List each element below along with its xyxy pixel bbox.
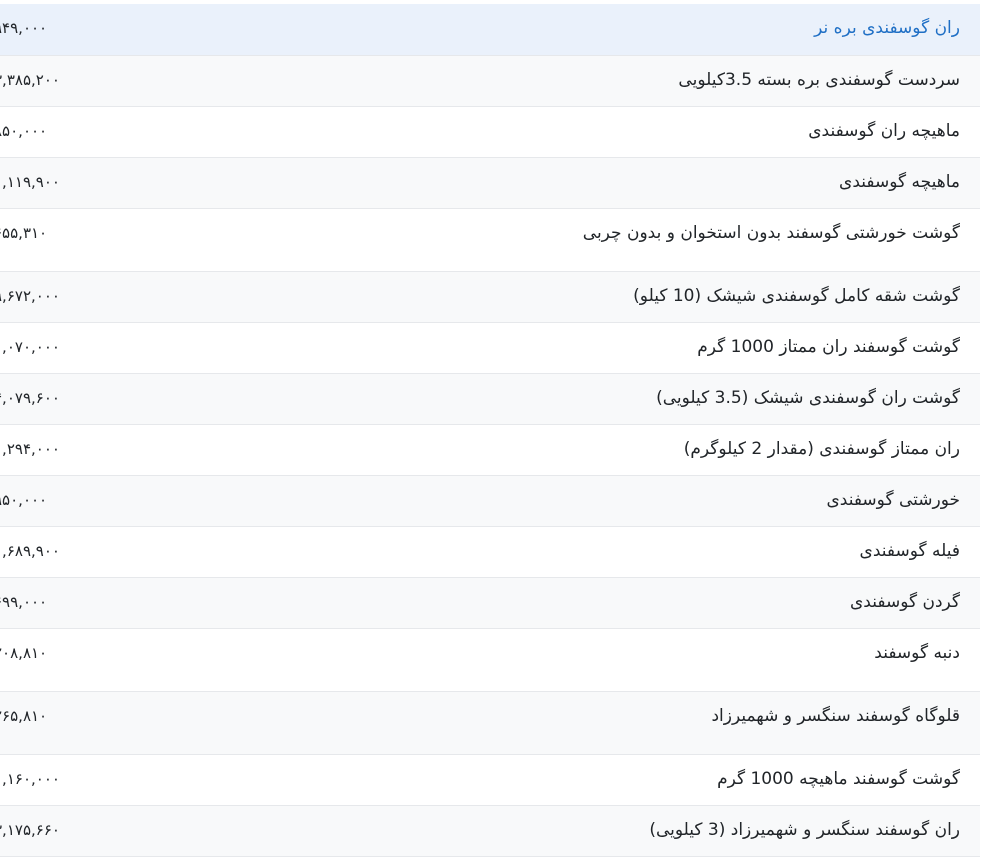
product-name[interactable]: فیله گوسفندی [860,541,960,561]
product-name[interactable]: گوشت ران گوسفندی شیشک (3.5 کیلویی) [656,388,960,408]
table-row[interactable]: گوشت ران گوسفندی شیشک (3.5 کیلویی) ۴,۰۷۹… [0,374,980,425]
table-row[interactable]: ماهیچه ران گوسفندی ۸۵۰,۰۰۰ [0,107,980,158]
product-price: ۹۴۹,۰۰۰ [0,19,48,37]
product-name[interactable]: خورشتی گوسفندی [826,490,960,510]
product-price: ۹۵۰,۰۰۰ [0,491,48,509]
table-row[interactable]: گردن گوسفندی ۶۹۹,۰۰۰ [0,578,980,629]
product-price: ۱,۶۸۹,۹۰۰ [0,542,60,560]
price-table: ران گوسفندی بره نر ۹۴۹,۰۰۰ سردست گوسفندی… [0,4,980,857]
product-price: ۱,۰۷۰,۰۰۰ [0,338,60,356]
table-row[interactable]: گوشت گوسفند ماهیچه 1000 گرم ۱,۱۶۰,۰۰۰ [0,755,980,806]
product-name[interactable]: ماهیچه گوسفندی [839,172,960,192]
product-name[interactable]: گوشت خورشتی گوسفند بدون استخوان و بدون چ… [583,223,960,243]
product-price: ۶۹۹,۰۰۰ [0,593,48,611]
product-price: ۳,۳۸۵,۲۰۰ [0,71,60,89]
table-row[interactable]: قلوگاه گوسفند سنگسر و شهمیرزاد ۲۶۵,۸۱۰ [0,692,980,755]
product-name[interactable]: ماهیچه ران گوسفندی [808,121,960,141]
product-price: ۹,۶۷۲,۰۰۰ [0,287,60,305]
product-price: ۴,۰۷۹,۶۰۰ [0,389,60,407]
table-row[interactable]: فیله گوسفندی ۱,۶۸۹,۹۰۰ [0,527,980,578]
product-price: ۱,۲۹۴,۰۰۰ [0,440,60,458]
product-name[interactable]: سردست گوسفندی بره بسته 3.5کیلویی [678,70,960,90]
product-name[interactable]: دنبه گوسفند [874,643,960,663]
product-name[interactable]: گوشت گوسفند ماهیچه 1000 گرم [717,769,960,789]
product-price: ۸۵۰,۰۰۰ [0,122,48,140]
table-row[interactable]: ماهیچه گوسفندی ۱,۱۱۹,۹۰۰ [0,158,980,209]
product-name[interactable]: ران ممتاز گوسفندی (مقدار 2 کیلوگرم) [684,439,960,459]
table-row[interactable]: دنبه گوسفند ۲۰۸,۸۱۰ [0,629,980,692]
product-price: ۲۶۵,۸۱۰ [0,707,48,725]
product-price: ۳,۱۷۵,۶۶۰ [0,821,60,839]
table-row[interactable]: خورشتی گوسفندی ۹۵۰,۰۰۰ [0,476,980,527]
product-name[interactable]: قلوگاه گوسفند سنگسر و شهمیرزاد [711,706,960,726]
product-name[interactable]: ران گوسفندی بره نر [814,18,960,38]
table-row[interactable]: گوشت گوسفند ران ممتاز 1000 گرم ۱,۰۷۰,۰۰۰ [0,323,980,374]
product-name[interactable]: گردن گوسفندی [850,592,960,612]
table-row[interactable]: ران گوسفند سنگسر و شهمیرزاد (3 کیلویی) ۳… [0,806,980,857]
product-price: ۱,۱۶۰,۰۰۰ [0,770,60,788]
table-row[interactable]: ران گوسفندی بره نر ۹۴۹,۰۰۰ [0,4,980,56]
product-name[interactable]: ران گوسفند سنگسر و شهمیرزاد (3 کیلویی) [649,820,960,840]
table-row[interactable]: ران ممتاز گوسفندی (مقدار 2 کیلوگرم) ۱,۲۹… [0,425,980,476]
product-name[interactable]: گوشت گوسفند ران ممتاز 1000 گرم [697,337,960,357]
product-name[interactable]: گوشت شقه کامل گوسفندی شیشک (10 کیلو) [633,286,960,306]
product-price: ۲۰۸,۸۱۰ [0,644,48,662]
page-edge [980,0,988,862]
table-row[interactable]: سردست گوسفندی بره بسته 3.5کیلویی ۳,۳۸۵,۲… [0,56,980,107]
product-price: ۶۵۵,۳۱۰ [0,224,48,242]
table-row[interactable]: گوشت خورشتی گوسفند بدون استخوان و بدون چ… [0,209,980,272]
table-row[interactable]: گوشت شقه کامل گوسفندی شیشک (10 کیلو) ۹,۶… [0,272,980,323]
product-price: ۱,۱۱۹,۹۰۰ [0,173,60,191]
